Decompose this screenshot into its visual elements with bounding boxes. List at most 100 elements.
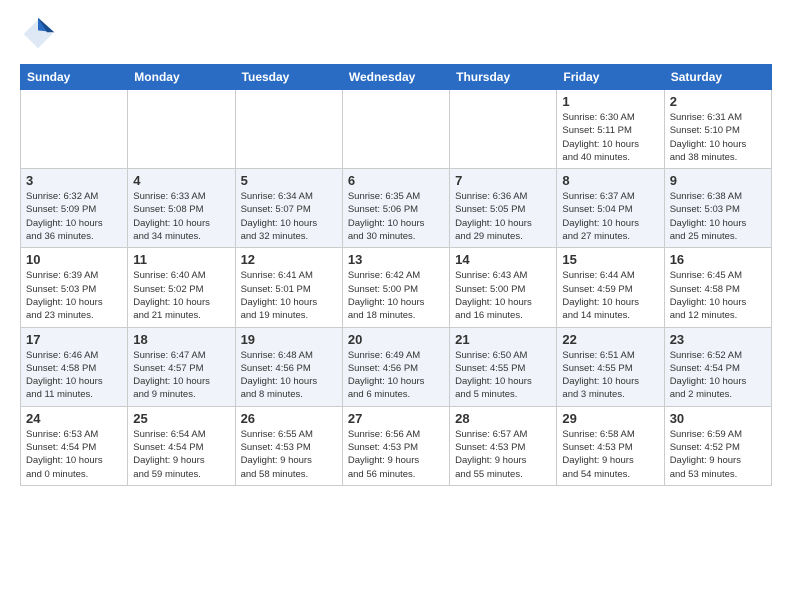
day-number: 11 [133,252,229,267]
day-cell [342,90,449,169]
day-info: Sunrise: 6:38 AM Sunset: 5:03 PM Dayligh… [670,190,766,243]
week-row-4: 17 Sunrise: 6:46 AM Sunset: 4:58 PM Dayli… [21,327,772,406]
day-info: Sunrise: 6:43 AM Sunset: 5:00 PM Dayligh… [455,269,551,322]
day-number: 10 [26,252,122,267]
day-info: Sunrise: 6:59 AM Sunset: 4:52 PM Dayligh… [670,428,766,481]
day-number: 5 [241,173,337,188]
day-info: Sunrise: 6:45 AM Sunset: 4:58 PM Dayligh… [670,269,766,322]
day-number: 21 [455,332,551,347]
day-cell [21,90,128,169]
day-cell: 12 Sunrise: 6:41 AM Sunset: 5:01 PM Dayli… [235,248,342,327]
day-number: 29 [562,411,658,426]
day-number: 22 [562,332,658,347]
day-info: Sunrise: 6:44 AM Sunset: 4:59 PM Dayligh… [562,269,658,322]
weekday-header-monday: Monday [128,65,235,90]
day-cell: 3Sunrise: 6:32 AM Sunset: 5:09 PM Daylig… [21,169,128,248]
calendar-table: SundayMondayTuesdayWednesdayThursdayFrid… [20,64,772,486]
day-cell: 24Sunrise: 6:53 AM Sunset: 4:54 PM Dayli… [21,406,128,485]
day-cell: 28 Sunrise: 6:57 AM Sunset: 4:53 PM Dayli… [450,406,557,485]
day-cell: 25 Sunrise: 6:54 AM Sunset: 4:54 PM Dayli… [128,406,235,485]
weekday-header-saturday: Saturday [664,65,771,90]
day-info: Sunrise: 6:30 AM Sunset: 5:11 PM Dayligh… [562,111,658,164]
logo [20,16,60,52]
day-cell: 8 Sunrise: 6:37 AM Sunset: 5:04 PM Daylig… [557,169,664,248]
weekday-header-thursday: Thursday [450,65,557,90]
day-number: 14 [455,252,551,267]
day-info: Sunrise: 6:37 AM Sunset: 5:04 PM Dayligh… [562,190,658,243]
day-cell: 11 Sunrise: 6:40 AM Sunset: 5:02 PM Dayli… [128,248,235,327]
week-row-3: 10 Sunrise: 6:39 AM Sunset: 5:03 PM Dayli… [21,248,772,327]
day-cell: 2 Sunrise: 6:31 AM Sunset: 5:10 PM Daylig… [664,90,771,169]
day-info: Sunrise: 6:46 AM Sunset: 4:58 PM Dayligh… [26,349,122,402]
day-info: Sunrise: 6:33 AM Sunset: 5:08 PM Dayligh… [133,190,229,243]
day-info: Sunrise: 6:31 AM Sunset: 5:10 PM Dayligh… [670,111,766,164]
day-number: 30 [670,411,766,426]
day-number: 23 [670,332,766,347]
day-cell: 4 Sunrise: 6:33 AM Sunset: 5:08 PM Daylig… [128,169,235,248]
day-cell [450,90,557,169]
day-number: 27 [348,411,444,426]
day-info: Sunrise: 6:51 AM Sunset: 4:55 PM Dayligh… [562,349,658,402]
day-cell: 16 Sunrise: 6:45 AM Sunset: 4:58 PM Dayli… [664,248,771,327]
day-number: 8 [562,173,658,188]
day-info: Sunrise: 6:40 AM Sunset: 5:02 PM Dayligh… [133,269,229,322]
day-cell: 10 Sunrise: 6:39 AM Sunset: 5:03 PM Dayli… [21,248,128,327]
day-cell: 15 Sunrise: 6:44 AM Sunset: 4:59 PM Dayli… [557,248,664,327]
day-number: 26 [241,411,337,426]
logo-icon [20,16,56,52]
day-cell: 17 Sunrise: 6:46 AM Sunset: 4:58 PM Dayli… [21,327,128,406]
day-cell: 22 Sunrise: 6:51 AM Sunset: 4:55 PM Dayli… [557,327,664,406]
day-info: Sunrise: 6:48 AM Sunset: 4:56 PM Dayligh… [241,349,337,402]
day-number: 17 [26,332,122,347]
day-cell: 29 Sunrise: 6:58 AM Sunset: 4:53 PM Dayli… [557,406,664,485]
day-info: Sunrise: 6:34 AM Sunset: 5:07 PM Dayligh… [241,190,337,243]
weekday-header-tuesday: Tuesday [235,65,342,90]
day-info: Sunrise: 6:56 AM Sunset: 4:53 PM Dayligh… [348,428,444,481]
day-info: Sunrise: 6:36 AM Sunset: 5:05 PM Dayligh… [455,190,551,243]
day-number: 12 [241,252,337,267]
day-number: 2 [670,94,766,109]
day-info: Sunrise: 6:35 AM Sunset: 5:06 PM Dayligh… [348,190,444,243]
day-info: Sunrise: 6:49 AM Sunset: 4:56 PM Dayligh… [348,349,444,402]
day-cell: 14 Sunrise: 6:43 AM Sunset: 5:00 PM Dayli… [450,248,557,327]
day-number: 9 [670,173,766,188]
day-cell: 13 Sunrise: 6:42 AM Sunset: 5:00 PM Dayli… [342,248,449,327]
day-info: Sunrise: 6:57 AM Sunset: 4:53 PM Dayligh… [455,428,551,481]
day-cell [235,90,342,169]
day-number: 13 [348,252,444,267]
day-info: Sunrise: 6:52 AM Sunset: 4:54 PM Dayligh… [670,349,766,402]
week-row-2: 3Sunrise: 6:32 AM Sunset: 5:09 PM Daylig… [21,169,772,248]
day-cell: 26 Sunrise: 6:55 AM Sunset: 4:53 PM Dayli… [235,406,342,485]
day-number: 18 [133,332,229,347]
day-info: Sunrise: 6:58 AM Sunset: 4:53 PM Dayligh… [562,428,658,481]
day-info: Sunrise: 6:32 AM Sunset: 5:09 PM Dayligh… [26,190,122,243]
weekday-header-wednesday: Wednesday [342,65,449,90]
weekday-header-row: SundayMondayTuesdayWednesdayThursdayFrid… [21,65,772,90]
day-number: 25 [133,411,229,426]
weekday-header-sunday: Sunday [21,65,128,90]
day-cell: 19 Sunrise: 6:48 AM Sunset: 4:56 PM Dayli… [235,327,342,406]
day-cell: 27 Sunrise: 6:56 AM Sunset: 4:53 PM Dayli… [342,406,449,485]
day-cell [128,90,235,169]
day-cell: 21Sunrise: 6:50 AM Sunset: 4:55 PM Dayli… [450,327,557,406]
day-number: 6 [348,173,444,188]
week-row-1: 1 Sunrise: 6:30 AM Sunset: 5:11 PM Daylig… [21,90,772,169]
day-info: Sunrise: 6:39 AM Sunset: 5:03 PM Dayligh… [26,269,122,322]
header [20,16,772,52]
day-cell: 30 Sunrise: 6:59 AM Sunset: 4:52 PM Dayli… [664,406,771,485]
day-number: 15 [562,252,658,267]
day-number: 16 [670,252,766,267]
day-info: Sunrise: 6:42 AM Sunset: 5:00 PM Dayligh… [348,269,444,322]
day-info: Sunrise: 6:55 AM Sunset: 4:53 PM Dayligh… [241,428,337,481]
day-cell: 9 Sunrise: 6:38 AM Sunset: 5:03 PM Daylig… [664,169,771,248]
day-number: 20 [348,332,444,347]
day-number: 7 [455,173,551,188]
day-number: 4 [133,173,229,188]
day-number: 28 [455,411,551,426]
day-info: Sunrise: 6:53 AM Sunset: 4:54 PM Dayligh… [26,428,122,481]
page-container: SundayMondayTuesdayWednesdayThursdayFrid… [0,0,792,496]
day-number: 1 [562,94,658,109]
day-info: Sunrise: 6:41 AM Sunset: 5:01 PM Dayligh… [241,269,337,322]
day-info: Sunrise: 6:54 AM Sunset: 4:54 PM Dayligh… [133,428,229,481]
day-number: 19 [241,332,337,347]
